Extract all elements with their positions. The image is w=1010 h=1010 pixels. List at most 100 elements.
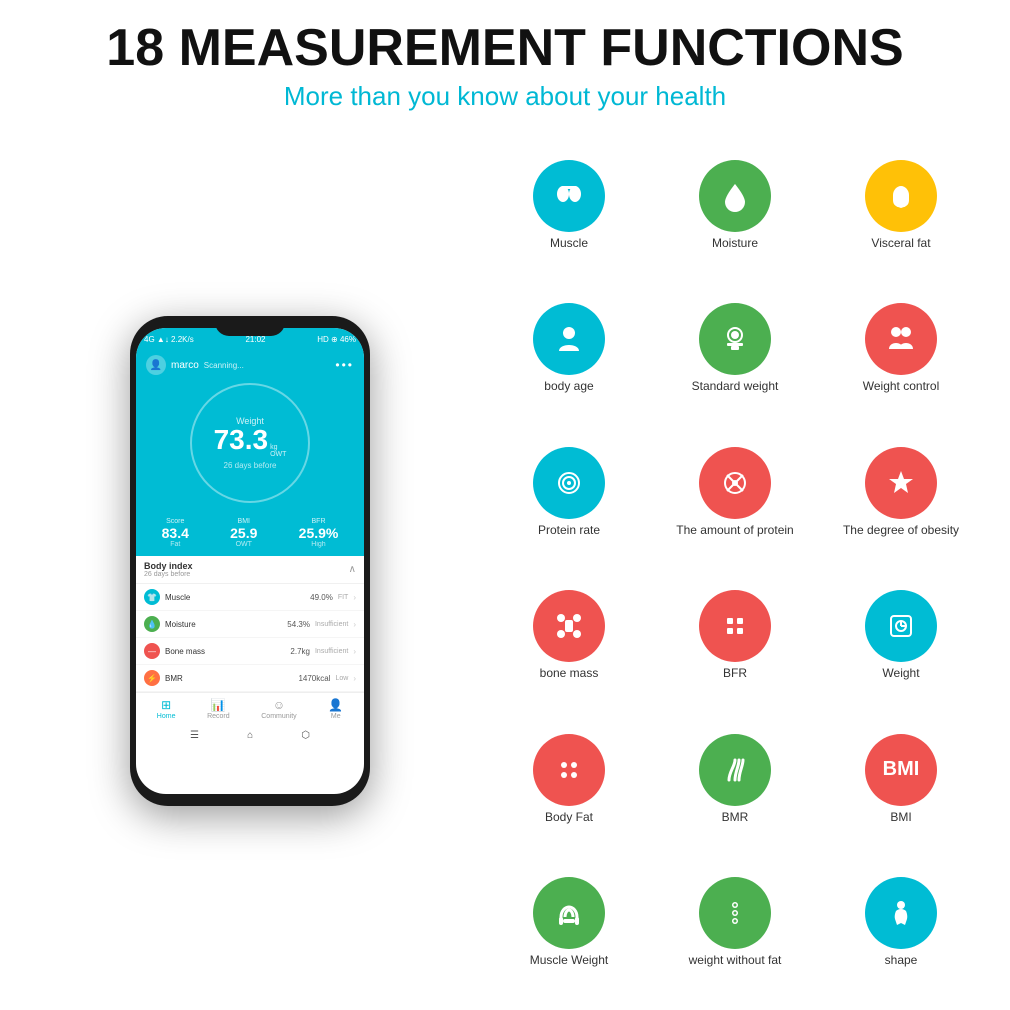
muscle-circle [533,160,605,232]
feature-weight-control: Weight control [822,281,980,416]
android-home[interactable]: ⌂ [247,730,253,741]
feature-standard-weight: Standard weight [656,281,814,416]
android-menu[interactable]: ☰ [190,730,199,741]
feature-bmi: BMI BMI [822,711,980,846]
list-item-bmr[interactable]: ⚡ BMR 1470kcal Low › [136,665,364,692]
content-row: 4G ▲↓ 2.2K/s 21:02 HD ⊕ 46% 👤 marco Scan… [30,132,980,990]
bmr-circle [699,734,771,806]
avatar: 👤 [146,355,166,375]
bone-name: Bone mass [165,647,285,656]
bone-mass-label: bone mass [540,666,599,680]
android-bar: ☰ ⌂ ⬡ [136,725,364,745]
moisture-status: Insufficient [315,621,348,628]
stat-score: Score 83.4 Fat [162,518,189,548]
feature-body-age: body age [490,281,648,416]
me-icon: 👤 [328,698,343,712]
muscle-label: Muscle [550,236,588,250]
bmi-text: BMI [883,758,920,781]
menu-dots[interactable]: ••• [335,358,354,372]
weight-value: 73.3 [214,426,269,454]
visceral-label: Visceral fat [871,236,930,250]
bone-value: 2.7kg [290,647,310,656]
feature-bfr: BFR [656,568,814,703]
nav-community[interactable]: ☺ Community [261,698,296,720]
moisture-label: Moisture [712,236,758,250]
weight-control-label: Weight control [863,379,939,393]
list-item-bone[interactable]: — Bone mass 2.7kg Insufficient › [136,638,364,665]
bmr-label: BMR [722,810,749,824]
header: 18 MEASUREMENT FUNCTIONS More than you k… [30,20,980,112]
bone-icon: — [144,643,160,659]
features-grid: Muscle Moisture Visceral fat [490,132,980,990]
standard-weight-label: Standard weight [692,379,779,393]
bone-mass-circle [533,590,605,662]
moisture-value: 54.3% [287,620,310,629]
status-left: 4G ▲↓ 2.2K/s [144,335,194,344]
stat-bmi: BMI 25.9 OWT [230,518,257,548]
list-item-moisture[interactable]: 💧 Moisture 54.3% Insufficient › [136,611,364,638]
obesity-label: The degree of obesity [843,523,959,537]
main-title: 18 MEASUREMENT FUNCTIONS [30,20,980,77]
list-item-muscle[interactable]: 👕 Muscle 49.0% FIT › [136,584,364,611]
phone-wrapper: 4G ▲↓ 2.2K/s 21:02 HD ⊕ 46% 👤 marco Scan… [130,316,370,806]
weight-days: 26 days before [224,461,277,470]
feature-weight-without-fat: weight without fat [656,855,814,990]
bottom-nav: ⊞ Home 📊 Record ☺ Community [136,692,364,725]
amount-protein-label: The amount of protein [676,523,793,537]
muscle-weight-circle [533,877,605,949]
username: marco [171,360,199,371]
body-age-circle [533,303,605,375]
sub-title: More than you know about your health [30,81,980,112]
bmr-arrow: › [353,674,356,683]
stat-bfr-label: BFR [299,518,339,525]
bfr-circle [699,590,771,662]
phone-section: 4G ▲↓ 2.2K/s 21:02 HD ⊕ 46% 👤 marco Scan… [30,132,470,990]
me-label: Me [331,713,341,720]
stat-bfr-sub: High [299,541,339,548]
feature-bone-mass: bone mass [490,568,648,703]
android-back[interactable]: ⬡ [301,730,310,741]
weight-control-circle [865,303,937,375]
bone-status: Insufficient [315,648,348,655]
feature-muscle-weight: Muscle Weight [490,855,648,990]
visceral-circle [865,160,937,232]
phone-screen: 4G ▲↓ 2.2K/s 21:02 HD ⊕ 46% 👤 marco Scan… [136,328,364,794]
feature-moisture: Moisture [656,137,814,272]
protein-rate-label: Protein rate [538,523,600,537]
nav-me[interactable]: 👤 Me [328,698,343,720]
shape-label: shape [885,953,918,967]
community-icon: ☺ [273,698,285,712]
nav-record[interactable]: 📊 Record [207,698,230,720]
weight-label: Weight [882,666,919,680]
feature-muscle: Muscle [490,137,648,272]
feature-amount-protein: The amount of protein [656,424,814,559]
body-age-label: body age [544,379,593,393]
home-label: Home [157,713,176,720]
moisture-circle [699,160,771,232]
body-index-sub: 26 days before [144,571,193,578]
shape-circle [865,877,937,949]
feature-weight: Weight [822,568,980,703]
stat-score-value: 83.4 [162,525,189,541]
bmi-circle: BMI [865,734,937,806]
app-header: 👤 marco Scanning... ••• [136,350,364,383]
feature-body-fat: Body Fat [490,711,648,846]
bmr-status: Low [335,675,348,682]
feature-shape: shape [822,855,980,990]
record-label: Record [207,713,230,720]
amount-protein-circle [699,447,771,519]
nav-home[interactable]: ⊞ Home [157,698,176,720]
feature-bmr: BMR [656,711,814,846]
bfr-label: BFR [723,666,747,680]
feature-obesity: The degree of obesity [822,424,980,559]
stat-bfr: BFR 25.9% High [299,518,339,548]
muscle-icon: 👕 [144,589,160,605]
weight-without-fat-label: weight without fat [689,953,782,967]
phone-outer: 4G ▲↓ 2.2K/s 21:02 HD ⊕ 46% 👤 marco Scan… [130,316,370,806]
stat-score-label: Score [162,518,189,525]
muscle-weight-label: Muscle Weight [530,953,608,967]
body-fat-label: Body Fat [545,810,593,824]
body-index-toggle[interactable]: ∧ [349,564,356,575]
weight-unit: kgOWT [270,444,286,458]
stat-score-sub: Fat [162,541,189,548]
